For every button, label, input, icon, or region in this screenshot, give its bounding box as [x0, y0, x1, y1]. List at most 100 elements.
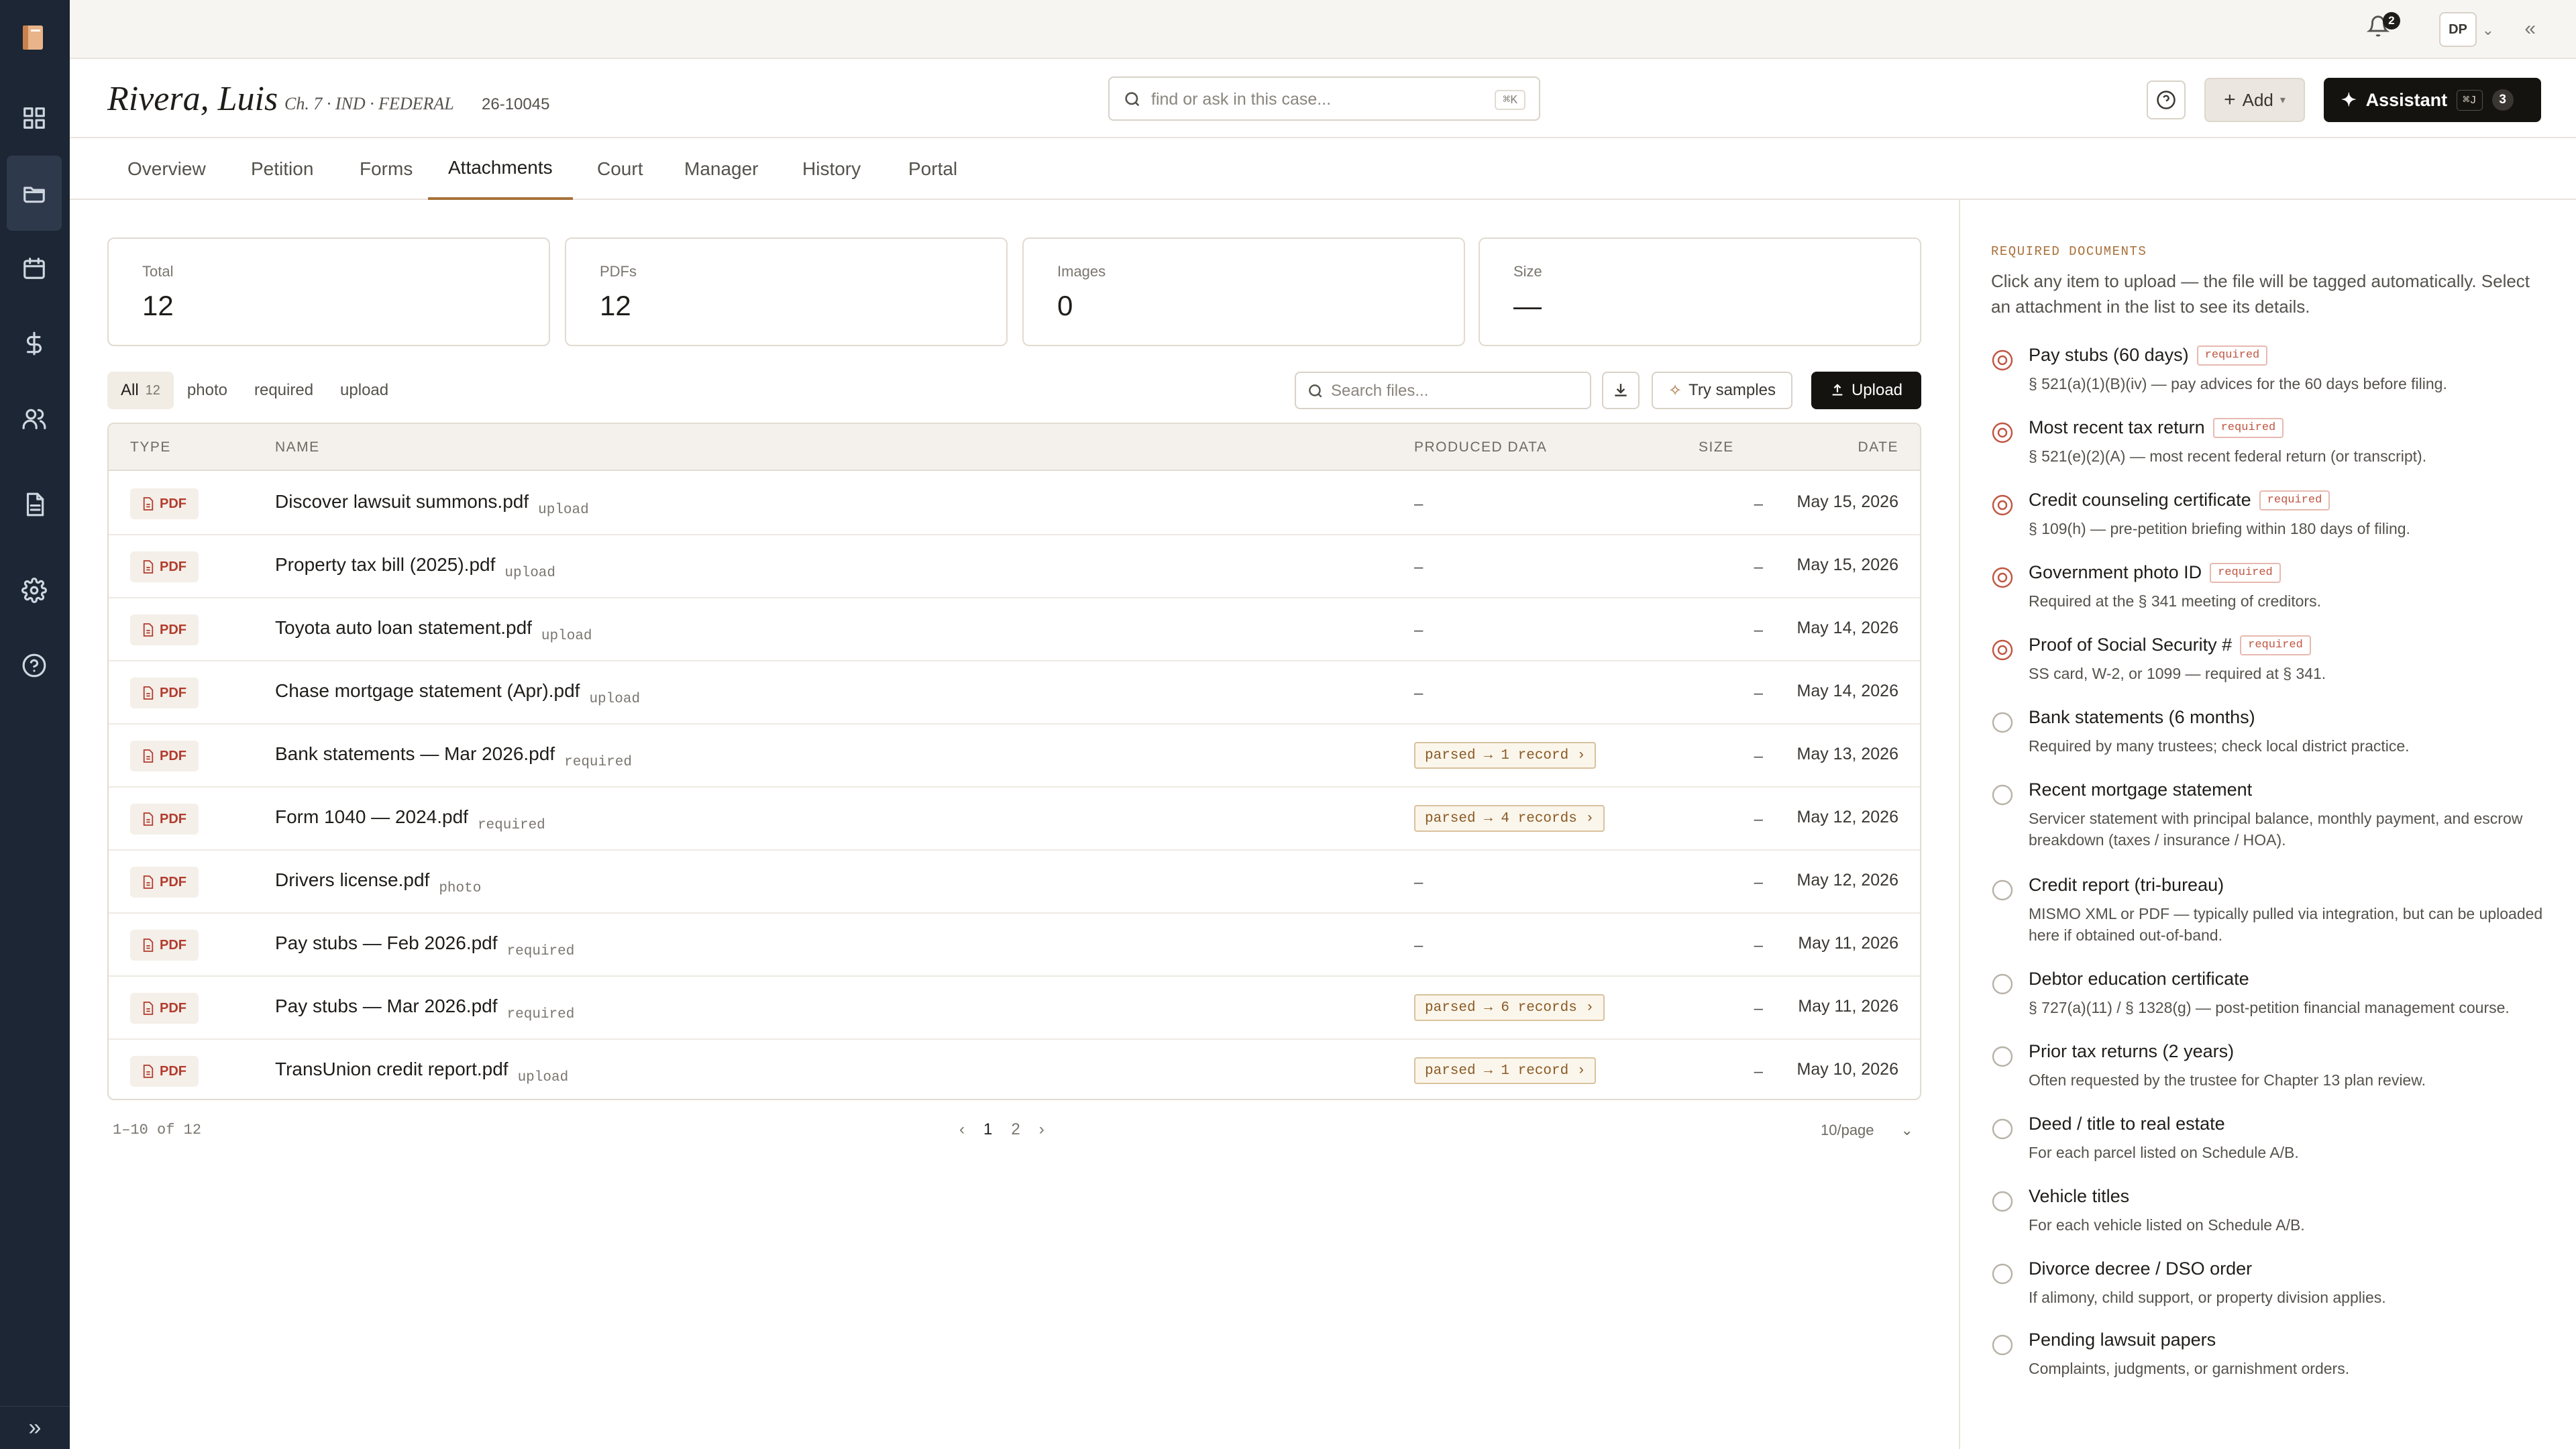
- required-doc-title: Credit counseling certificate required: [2029, 490, 2330, 511]
- parsed-records-link[interactable]: parsed → 6 records ›: [1414, 994, 1605, 1021]
- app-logo-icon[interactable]: [20, 24, 47, 51]
- table-row[interactable]: PDF Pay stubs — Feb 2026.pdf required – – May…: [109, 914, 1920, 977]
- table-row[interactable]: PDF Form 1040 — 2024.pdf required parsed → …: [109, 788, 1920, 851]
- tab-history[interactable]: History: [782, 138, 881, 200]
- table-row[interactable]: PDF Toyota auto loan statement.pdf upload –…: [109, 598, 1920, 661]
- nav-cases-folder-icon[interactable]: [7, 156, 62, 231]
- col-date[interactable]: DATE: [1858, 424, 1898, 471]
- case-search-input[interactable]: [1151, 86, 1460, 113]
- col-size[interactable]: SIZE: [1699, 424, 1734, 471]
- tab-manager[interactable]: Manager: [664, 138, 779, 200]
- file-name[interactable]: TransUnion credit report.pdf upload: [275, 1059, 568, 1085]
- table-row[interactable]: PDF Discover lawsuit summons.pdf upload – – M…: [109, 472, 1920, 535]
- required-doc-title: Proof of Social Security # required: [2029, 635, 2311, 655]
- col-type[interactable]: TYPE: [130, 424, 171, 471]
- table-row[interactable]: PDF Pay stubs — Mar 2026.pdf required parse…: [109, 977, 1920, 1040]
- required-doc-title: Divorce decree / DSO order: [2029, 1258, 2252, 1279]
- file-name-text: TransUnion credit report.pdf: [275, 1059, 508, 1079]
- filter-required[interactable]: required: [241, 372, 327, 409]
- file-date: May 11, 2026: [1798, 997, 1898, 1016]
- file-search-box[interactable]: [1295, 372, 1591, 409]
- required-doc-description: MISMO XML or PDF — typically pulled via …: [2029, 905, 2543, 944]
- try-samples-button[interactable]: ✧ Try samples: [1652, 372, 1792, 409]
- pdf-file-icon: [143, 497, 154, 511]
- file-tag: upload: [541, 629, 592, 644]
- required-doc-description: Servicer statement with principal balanc…: [2029, 810, 2523, 849]
- filter-upload[interactable]: upload: [327, 372, 402, 409]
- required-tag: required: [2259, 490, 2330, 511]
- nav-calendar-icon[interactable]: [7, 231, 62, 306]
- required-doc-title-text: Credit report (tri-bureau): [2029, 875, 2224, 895]
- file-name[interactable]: Pay stubs — Mar 2026.pdf required: [275, 996, 574, 1022]
- required-doc-title: Government photo ID required: [2029, 562, 2281, 583]
- per-page-select[interactable]: 10/page ⌄: [1821, 1122, 1913, 1139]
- tab-court[interactable]: Court: [577, 138, 663, 200]
- table-row[interactable]: PDF Chase mortgage statement (Apr).pdf upl…: [109, 661, 1920, 724]
- file-name[interactable]: Pay stubs — Feb 2026.pdf required: [275, 932, 574, 959]
- file-name[interactable]: Property tax bill (2025).pdf upload: [275, 554, 555, 581]
- nav-billing-dollar-icon[interactable]: [7, 306, 62, 381]
- file-name[interactable]: Drivers license.pdf photo: [275, 869, 481, 896]
- nav-help-icon[interactable]: [7, 628, 62, 703]
- pdf-file-icon: [143, 812, 154, 826]
- help-button[interactable]: [2147, 80, 2186, 119]
- case-number: 26-10045: [482, 95, 550, 113]
- parsed-records-link[interactable]: parsed → 1 record ›: [1414, 1057, 1597, 1084]
- filter-all[interactable]: All 12: [107, 372, 174, 409]
- file-name[interactable]: Form 1040 — 2024.pdf required: [275, 806, 545, 833]
- download-button[interactable]: [1602, 372, 1640, 409]
- nav-dashboard-icon[interactable]: [7, 80, 62, 156]
- file-date: May 15, 2026: [1796, 492, 1899, 511]
- assistant-button[interactable]: ✦ Assistant ⌘J 3: [2324, 78, 2541, 122]
- expand-rail-chevron-icon[interactable]: »: [0, 1406, 70, 1449]
- table-row[interactable]: PDF Drivers license.pdf photo – – May 12, 202…: [109, 851, 1920, 914]
- page-2[interactable]: 2: [1011, 1120, 1020, 1139]
- table-row[interactable]: PDF Bank statements — Mar 2026.pdf require…: [109, 724, 1920, 788]
- tab-forms[interactable]: Forms: [339, 138, 433, 200]
- col-produced[interactable]: PRODUCED DATA: [1414, 424, 1547, 471]
- produced-data: –: [1414, 621, 1424, 639]
- file-name[interactable]: Discover lawsuit summons.pdf upload: [275, 491, 589, 518]
- required-doc-title: Debtor education certificate: [2029, 969, 2249, 989]
- chevron-down-icon[interactable]: ⌄: [2482, 21, 2494, 39]
- panel-title: REQUIRED DOCUMENTS: [1991, 244, 2147, 259]
- file-name[interactable]: Chase mortgage statement (Apr).pdf upload: [275, 680, 640, 707]
- chevron-down-icon: ⌄: [1900, 1122, 1913, 1138]
- notifications-bell-icon[interactable]: 2: [2366, 12, 2400, 44]
- tab-overview[interactable]: Overview: [107, 138, 226, 200]
- nav-settings-gear-icon[interactable]: [7, 553, 62, 628]
- nav-documents-icon[interactable]: [7, 467, 62, 542]
- upload-label: Upload: [1851, 381, 1903, 399]
- page-1[interactable]: 1: [983, 1120, 992, 1139]
- col-name[interactable]: NAME: [275, 424, 320, 471]
- parsed-records-link[interactable]: parsed → 4 records ›: [1414, 805, 1605, 832]
- filter-photo[interactable]: photo: [174, 372, 241, 409]
- case-search-box[interactable]: ⌘K: [1108, 76, 1540, 121]
- add-button[interactable]: + Add ▾: [2204, 78, 2305, 122]
- file-name[interactable]: Toyota auto loan statement.pdf upload: [275, 617, 592, 644]
- filter-all-label: All: [121, 381, 139, 399]
- file-date: May 14, 2026: [1796, 619, 1899, 637]
- file-name[interactable]: Bank statements — Mar 2026.pdf required: [275, 743, 632, 770]
- case-meta: Ch. 7 · IND · FEDERAL: [284, 94, 454, 113]
- file-search-input[interactable]: [1331, 378, 1579, 404]
- table-row[interactable]: PDF Property tax bill (2025).pdf upload – – M…: [109, 535, 1920, 598]
- add-button-label: Add: [2242, 89, 2273, 110]
- pdf-file-icon: [143, 1065, 154, 1078]
- next-page-chevron-icon[interactable]: ›: [1039, 1120, 1044, 1139]
- pdf-file-icon: [143, 938, 154, 952]
- file-date: May 13, 2026: [1796, 745, 1899, 763]
- upload-button[interactable]: Upload: [1811, 372, 1921, 409]
- nav-clients-users-icon[interactable]: [7, 381, 62, 456]
- tab-attachments[interactable]: Attachments: [428, 138, 573, 200]
- user-avatar[interactable]: DP: [2439, 12, 2477, 47]
- required-doc-description: For each vehicle listed on Schedule A/B.: [2029, 1216, 2305, 1234]
- prev-page-chevron-icon[interactable]: ‹: [959, 1120, 965, 1139]
- collapse-panel-chevron-icon[interactable]: «: [2524, 17, 2536, 40]
- tab-portal[interactable]: Portal: [888, 138, 977, 200]
- parsed-records-link[interactable]: parsed → 1 record ›: [1414, 742, 1597, 769]
- table-row[interactable]: PDF TransUnion credit report.pdf upload par…: [109, 1040, 1920, 1099]
- file-type-label: PDF: [160, 496, 186, 511]
- tab-petition[interactable]: Petition: [231, 138, 333, 200]
- stat-total: Total 12: [107, 237, 550, 346]
